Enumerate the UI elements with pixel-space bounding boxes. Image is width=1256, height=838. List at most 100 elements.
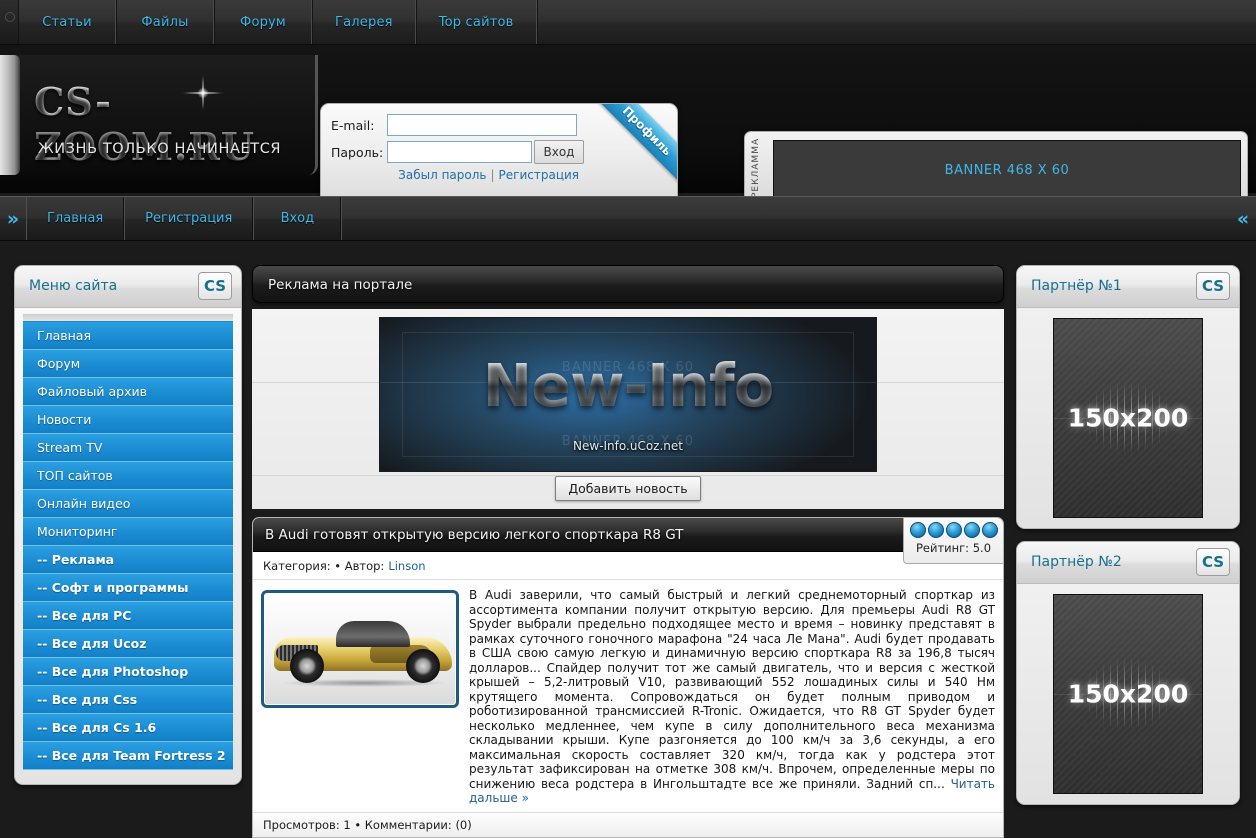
top-navigation-bar: Статьи Файлы Форум Галерея Top сайтов	[0, 0, 1256, 45]
news-post-title[interactable]: В Audi готовят открытую версию легкого с…	[265, 527, 683, 543]
topnav-item-forum[interactable]: Форум	[214, 0, 312, 44]
rating-value-label: Рейтинг: 5.0	[915, 541, 992, 555]
menu-label: -- Все для Cs 1.6	[37, 720, 157, 735]
banner-placeholder-label: BANNER 468 X 60	[944, 162, 1070, 178]
menu-label: -- Все для Team Fortress 2	[37, 748, 226, 763]
secondary-navigation-bar: » Главная Регистрация Вход «	[0, 196, 1256, 241]
email-label: E-mail:	[331, 117, 375, 133]
menu-label: -- Все для PC	[37, 608, 132, 623]
cs-badge-icon: CS	[1196, 272, 1230, 300]
logo-panel[interactable]: CS-ZOOM.RU ЖИЗНЬ ТОЛЬКО НАЧИНАЕТСЯ	[0, 55, 318, 175]
news-post-header: В Audi готовят открытую версию легкого с…	[253, 518, 1003, 564]
menu-label: -- Все для Ucoz	[37, 636, 147, 651]
partner-block-1: Партнёр №1 CS 150x200	[1016, 265, 1240, 529]
sidebar-item-stream-tv[interactable]: Stream TV	[23, 434, 233, 462]
site-header: CS-ZOOM.RU ЖИЗНЬ ТОЛЬКО НАЧИНАЕТСЯ E-mai…	[0, 45, 1256, 221]
advert-banner[interactable]: BANNER 468 X 60 BANNER 468 X 60 New-Info…	[379, 317, 877, 472]
topnav-label: Статьи	[42, 14, 92, 30]
partner-2-header: Партнёр №2 CS	[1017, 542, 1239, 584]
menu-label: -- Все для Photoshop	[37, 664, 189, 679]
sidebar-item-all-for-ucoz[interactable]: -- Все для Ucoz	[23, 630, 233, 658]
rating-dot[interactable]	[945, 522, 962, 538]
sidebar-item-all-for-css[interactable]: -- Все для Css	[23, 686, 233, 714]
sidebar-item-news[interactable]: Новости	[23, 406, 233, 434]
topnav-item-articles[interactable]: Статьи	[18, 0, 116, 44]
password-field[interactable]	[387, 141, 532, 163]
audi-r8-car-image	[274, 619, 452, 687]
news-post: В Audi готовят открытую версию легкого с…	[252, 517, 1004, 838]
subnav-item-login[interactable]: Вход	[253, 197, 342, 240]
login-submit-button[interactable]: Вход	[534, 140, 584, 164]
sidebar-left-title: Меню сайта	[29, 278, 118, 294]
sidebar-item-all-for-photoshop[interactable]: -- Все для Photoshop	[23, 658, 233, 686]
rating-dots[interactable]	[904, 522, 1003, 538]
rating-dot[interactable]	[927, 522, 944, 538]
sidebar-item-all-for-cs16[interactable]: -- Все для Cs 1.6	[23, 714, 233, 742]
partner-1-header: Партнёр №1 CS	[1017, 266, 1239, 308]
register-link[interactable]: Регистрация	[499, 168, 579, 182]
sidebar-item-forum[interactable]: Форум	[23, 350, 233, 378]
profile-ribbon[interactable]: Профиль	[588, 103, 677, 190]
topnav-label: Файлы	[141, 14, 189, 30]
subnav-label: Главная	[47, 211, 104, 226]
news-body-paragraph: В Audi заверили, что самый быстрый и лег…	[469, 588, 995, 791]
cs-badge-icon: CS	[198, 272, 232, 300]
author-link[interactable]: Linson	[388, 559, 425, 573]
advert-divider-bottom	[252, 475, 1004, 476]
menu-label: -- Реклама	[37, 552, 115, 567]
advert-subtitle: New-Info.uCoz.net	[573, 439, 683, 453]
add-news-button[interactable]: Добавить новость	[555, 476, 701, 501]
site-slogan: ЖИЗНЬ ТОЛЬКО НАЧИНАЕТСЯ	[38, 141, 282, 157]
chevron-right-icon: »	[6, 207, 20, 230]
partner-block-2: Партнёр №2 CS 150x200	[1016, 541, 1240, 805]
topnav-label: Форум	[240, 14, 286, 30]
advertising-vertical-label: РЕКЛАММА	[751, 137, 761, 198]
sidebar-item-online-video[interactable]: Онлайн видео	[23, 490, 233, 518]
password-label: Пароль:	[331, 144, 384, 160]
sidebar-item-top-sites[interactable]: ТОП сайтов	[23, 462, 233, 490]
sidebar-item-all-for-pc[interactable]: -- Все для PC	[23, 602, 233, 630]
links-separator: |	[490, 168, 495, 182]
sidebar-item-home[interactable]: Главная	[23, 322, 233, 350]
partner-2-placeholder[interactable]: 150x200	[1053, 594, 1203, 794]
subnav-item-home[interactable]: Главная	[26, 197, 125, 240]
banner-placeholder[interactable]: BANNER 468 X 60	[773, 140, 1241, 200]
subnav-label: Регистрация	[145, 211, 233, 226]
partner-1-body: 150x200	[1017, 308, 1239, 528]
sidebar-item-monitoring[interactable]: Мониторинг	[23, 518, 233, 546]
topnav-item-top-sites[interactable]: Top сайтов	[415, 0, 537, 44]
news-post-text: В Audi заверили, что самый быстрый и лег…	[469, 588, 995, 806]
menu-top-separator	[23, 314, 233, 322]
sidebar-item-all-for-tf2[interactable]: -- Все для Team Fortress 2	[23, 742, 233, 770]
category-value: •	[334, 558, 342, 573]
subnav-label: Вход	[280, 211, 315, 226]
rating-dot[interactable]	[981, 522, 998, 538]
subnav-item-registration[interactable]: Регистрация	[124, 197, 254, 240]
author-label: Автор:	[344, 558, 385, 573]
rating-dot[interactable]	[909, 522, 926, 538]
sidebar-item-software[interactable]: -- Софт и программы	[23, 574, 233, 602]
news-post-meta: Категория: • Автор: Linson	[253, 552, 1003, 580]
menu-label: Онлайн видео	[37, 496, 131, 511]
sidebar-item-advertising[interactable]: -- Реклама	[23, 546, 233, 574]
rating-dot[interactable]	[963, 522, 980, 538]
profile-ribbon-label: Профиль	[619, 103, 675, 159]
rating-widget[interactable]: Рейтинг: 5.0	[903, 518, 1003, 564]
menu-label: -- Все для Css	[37, 692, 138, 707]
topnav-item-files[interactable]: Файлы	[116, 0, 214, 44]
partner-1-placeholder[interactable]: 150x200	[1053, 318, 1203, 518]
menu-label: Мониторинг	[37, 524, 118, 539]
sidebar-item-file-archive[interactable]: Файловый архив	[23, 378, 233, 406]
menu-label: Главная	[37, 328, 91, 343]
topnav-item-gallery[interactable]: Галерея	[312, 0, 416, 44]
forgot-password-link[interactable]: Забыл пароль	[398, 168, 486, 182]
menu-label: Форум	[37, 356, 81, 371]
news-post-footer: Просмотров: 1 • Комментарии: (0)	[253, 811, 1003, 837]
category-label: Категория:	[263, 558, 331, 573]
news-thumbnail[interactable]	[261, 590, 459, 708]
advert-section: BANNER 468 X 60 BANNER 468 X 60 New-Info…	[252, 309, 1004, 509]
email-field[interactable]	[387, 114, 577, 136]
subnav-filler	[341, 197, 1230, 240]
sidebar-left: Меню сайта CS Главная Форум Файловый арх…	[14, 265, 242, 785]
menu-label: Stream TV	[37, 440, 103, 455]
